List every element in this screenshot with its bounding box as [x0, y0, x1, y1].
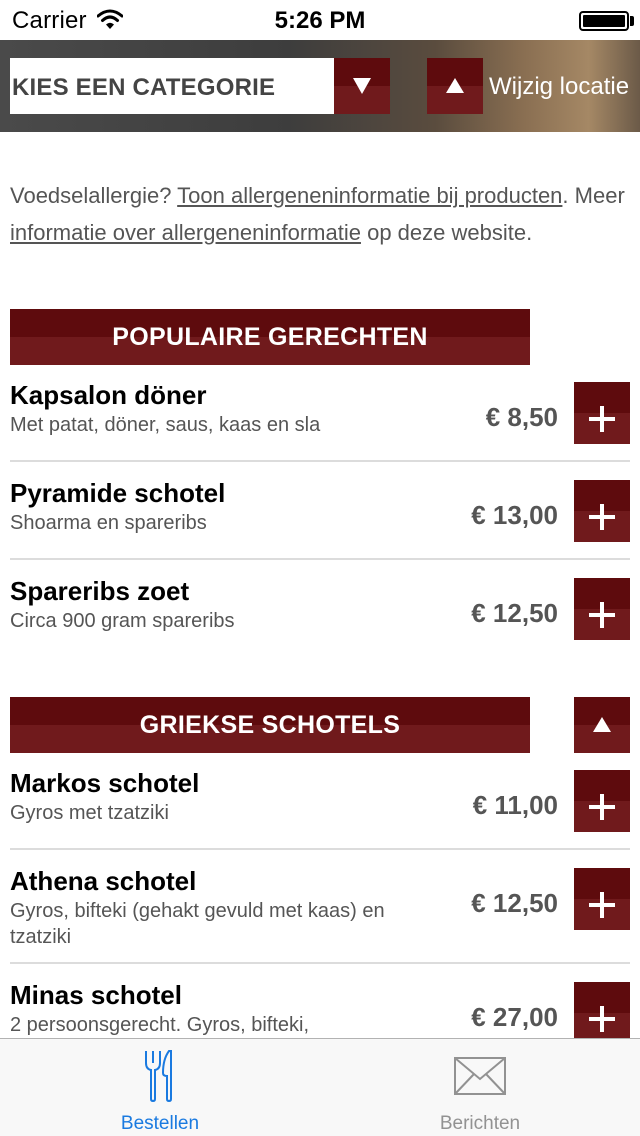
change-location-toggle[interactable]	[427, 58, 483, 114]
tab-bar: Bestellen Berichten	[0, 1038, 640, 1136]
change-location-link[interactable]: Wijzig locatie	[489, 73, 629, 101]
add-item-button[interactable]	[574, 382, 630, 444]
item-name: Kapsalon döner	[10, 380, 207, 410]
section-header-popular: POPULAIRE GERECHTEN	[10, 309, 530, 365]
collapse-section-button[interactable]	[574, 697, 630, 753]
plus-icon-stroke	[600, 1006, 604, 1032]
divider	[10, 962, 630, 964]
item-description: Shoarma en spareribs	[10, 512, 207, 534]
section-header-greek: GRIEKSE SCHOTELS	[10, 697, 530, 753]
item-name: Pyramide schotel	[10, 478, 226, 508]
envelope-icon	[454, 1057, 506, 1100]
allergy-info: Voedselallergie? Toon allergeneninformat…	[10, 177, 630, 251]
battery-tip	[630, 16, 634, 26]
divider	[10, 558, 630, 560]
plus-icon-stroke	[600, 504, 604, 530]
allergy-info-prefix: Voedselallergie?	[10, 183, 178, 208]
clock: 5:26 PM	[274, 7, 366, 34]
item-price: € 11,00	[472, 790, 558, 820]
allergy-info-middle: . Meer	[562, 183, 625, 208]
item-price: € 8,50	[485, 402, 558, 432]
chevron-up-icon	[593, 717, 611, 732]
chevron-down-icon	[353, 78, 371, 94]
item-price: € 27,00	[471, 1002, 558, 1032]
item-description: Met patat, döner, saus, kaas en sla	[10, 414, 321, 436]
tab-label: Berichten	[439, 1113, 521, 1134]
add-item-button[interactable]	[574, 868, 630, 930]
item-name: Spareribs zoet	[10, 576, 190, 606]
tab-label: Bestellen	[120, 1113, 200, 1134]
add-item-button[interactable]	[574, 982, 630, 1044]
item-description: Gyros met tzatziki	[10, 802, 169, 824]
divider	[10, 848, 630, 850]
plus-icon-stroke	[600, 602, 604, 628]
plus-icon-stroke	[600, 794, 604, 820]
status-bar: Carrier 5:26 PM	[0, 0, 640, 40]
item-description: Circa 900 gram spareribs	[10, 610, 235, 632]
allergen-info-products-link[interactable]: Toon allergeneninformatie bij producten	[177, 183, 562, 208]
tab-bestellen[interactable]: Bestellen	[0, 1039, 320, 1136]
add-item-button[interactable]	[574, 770, 630, 832]
divider	[10, 460, 630, 462]
plus-icon-stroke	[600, 892, 604, 918]
item-description: Gyros, bifteki (gehakt gevuld met kaas) …	[10, 900, 385, 948]
add-item-button[interactable]	[574, 578, 630, 640]
category-select[interactable]: KIES EEN CATEGORIE	[10, 58, 390, 114]
item-price: € 13,00	[471, 500, 558, 530]
add-item-button[interactable]	[574, 480, 630, 542]
item-price: € 12,50	[471, 888, 558, 918]
battery-icon	[579, 11, 629, 31]
allergy-info-suffix: op deze website.	[360, 220, 533, 245]
fork-knife-icon	[144, 1049, 176, 1108]
item-price: € 12,50	[471, 598, 558, 628]
tab-berichten[interactable]: Berichten	[320, 1039, 640, 1136]
item-name: Minas schotel	[10, 980, 182, 1010]
chevron-up-icon	[446, 78, 464, 93]
item-name: Athena schotel	[10, 866, 197, 896]
category-dropdown-button[interactable]	[334, 58, 390, 114]
allergen-info-more-link[interactable]: informatie over allergeneninformatie	[10, 220, 361, 245]
item-description: 2 persoonsgerecht. Gyros, bifteki,	[10, 1014, 310, 1036]
category-select-label: KIES EEN CATEGORIE	[12, 74, 276, 101]
item-name: Markos schotel	[10, 768, 200, 798]
plus-icon-stroke	[600, 406, 604, 432]
